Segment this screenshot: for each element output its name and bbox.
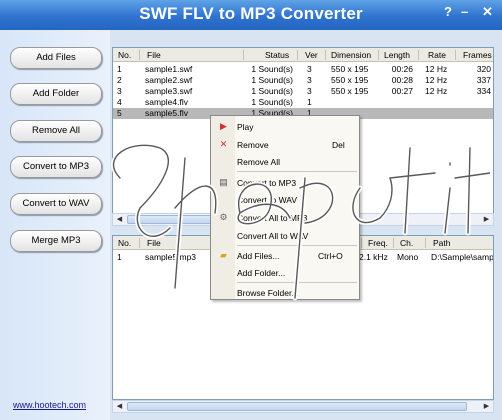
cell-file: sample3.swf	[145, 86, 193, 96]
cell-frames: 334	[476, 86, 491, 96]
cell-no: 2	[117, 75, 122, 85]
col-file[interactable]: File	[147, 238, 161, 248]
cell-ver: 3	[307, 75, 312, 85]
cell-freq: 2.1 kHz	[359, 252, 388, 262]
gear-icon: ⚙	[219, 212, 228, 222]
col-rate[interactable]: Rate	[428, 50, 446, 60]
table-row[interactable]: 4 sample4.flv 1 Sound(s) 1	[113, 97, 493, 108]
menu-item-remove-all[interactable]: Remove All	[237, 157, 280, 167]
source-list-header: No. File Status Ver Dimension Length Rat…	[113, 48, 493, 62]
menu-separator	[237, 171, 357, 172]
output-list-hscrollbar[interactable]: ◀ ▶	[112, 400, 494, 413]
menu-separator	[237, 245, 357, 246]
cell-length: 00:27	[391, 86, 413, 96]
table-row[interactable]: 1 sample1.swf 1 Sound(s) 3 550 x 195 00:26 12 …	[113, 64, 493, 75]
window-title: SWF FLV to MP3 Converter	[139, 4, 363, 23]
help-button[interactable]: ?	[444, 5, 452, 19]
col-status[interactable]: Status	[265, 50, 289, 60]
merge-mp3-button[interactable]: Merge MP3	[10, 230, 102, 252]
cell-path: D:\Sample\samp	[431, 252, 494, 262]
cell-dimension: 550 x 195	[331, 75, 369, 85]
col-frames[interactable]: Frames	[463, 50, 492, 60]
col-freq[interactable]: Freq.	[368, 238, 388, 248]
menu-item-play[interactable]: Play	[237, 122, 254, 132]
cell-no: 5	[117, 108, 122, 118]
scroll-right-arrow-icon[interactable]: ▶	[480, 214, 493, 225]
cell-no: 4	[117, 97, 122, 107]
cell-rate: 12 Hz	[425, 86, 448, 96]
col-dimension[interactable]: Dimension	[331, 50, 371, 60]
cell-status: 1 Sound(s)	[251, 86, 293, 96]
scroll-left-arrow-icon[interactable]: ◀	[113, 401, 126, 412]
col-channels[interactable]: Ch.	[400, 238, 413, 248]
menu-item-convert-all-to-wav[interactable]: Convert All to WAV	[237, 231, 308, 241]
cell-status: 1 Sound(s)	[251, 64, 293, 74]
title-bar: SWF FLV to MP3 Converter ? – ✕	[0, 0, 502, 30]
cell-frames: 320	[476, 64, 491, 74]
cell-file: sample4.flv	[145, 97, 188, 107]
col-ver[interactable]: Ver	[305, 50, 318, 60]
sidebar: Add Files Add Folder Remove All Convert …	[0, 30, 110, 420]
doc-icon: ▤	[219, 177, 228, 187]
cell-channels: Mono	[397, 252, 419, 262]
minimize-button[interactable]: –	[461, 5, 468, 19]
add-files-button[interactable]: Add Files	[10, 47, 102, 69]
cell-length: 00:26	[391, 64, 413, 74]
menu-separator	[237, 282, 357, 283]
add-files-shortcut: Ctrl+O	[318, 251, 343, 261]
cell-length: 00:28	[391, 75, 413, 85]
col-path[interactable]: Path	[433, 238, 451, 248]
cell-dimension: 550 x 195	[331, 64, 369, 74]
menu-item-browse-folder[interactable]: Browse Folder...	[237, 288, 298, 298]
remove-x-icon: ✕	[219, 139, 228, 149]
cell-frames: 337	[476, 75, 491, 85]
convert-to-wav-button[interactable]: Convert to WAV	[10, 193, 102, 215]
scroll-right-arrow-icon[interactable]: ▶	[480, 401, 493, 412]
cell-file: sample2.swf	[145, 75, 193, 85]
context-menu: ▶ Play ✕ Remove Del Remove All ▤ Convert…	[210, 115, 360, 300]
cell-ver: 3	[307, 64, 312, 74]
menu-item-convert-to-mp3[interactable]: Convert to MP3	[237, 178, 296, 188]
add-folder-button[interactable]: Add Folder	[10, 83, 102, 105]
cell-ver: 3	[307, 86, 312, 96]
remove-all-button[interactable]: Remove All	[10, 120, 102, 142]
close-button[interactable]: ✕	[482, 5, 493, 19]
scroll-left-arrow-icon[interactable]: ◀	[113, 214, 126, 225]
table-row[interactable]: 2 sample2.swf 1 Sound(s) 3 550 x 195 00:28 12 …	[113, 75, 493, 86]
cell-dimension: 550 x 195	[331, 86, 369, 96]
folder-icon: ▰	[220, 250, 227, 260]
col-no[interactable]: No.	[118, 238, 131, 248]
cell-status: 1 Sound(s)	[251, 75, 293, 85]
col-length[interactable]: Length	[384, 50, 410, 60]
cell-file: sample1.swf	[145, 64, 193, 74]
col-no[interactable]: No.	[118, 50, 131, 60]
cell-ver: 1	[307, 97, 312, 107]
menu-item-convert-all-to-mp3[interactable]: Convert All to MP3	[237, 213, 307, 223]
play-icon: ▶	[220, 121, 227, 131]
menu-item-add-files[interactable]: Add Files...	[237, 251, 280, 261]
website-link[interactable]: www.hootech.com	[13, 400, 86, 410]
cell-no: 1	[117, 64, 122, 74]
convert-to-mp3-button[interactable]: Convert to MP3	[10, 156, 102, 178]
scroll-thumb[interactable]	[127, 402, 467, 411]
col-file[interactable]: File	[147, 50, 161, 60]
cell-rate: 12 Hz	[425, 75, 448, 85]
cell-no: 3	[117, 86, 122, 96]
table-row[interactable]: 3 sample3.swf 1 Sound(s) 3 550 x 195 00:27 12 …	[113, 86, 493, 97]
cell-rate: 12 Hz	[425, 64, 448, 74]
menu-item-remove[interactable]: Remove	[237, 140, 269, 150]
menu-item-add-folder[interactable]: Add Folder...	[237, 268, 285, 278]
cell-status: 1 Sound(s)	[251, 97, 293, 107]
remove-shortcut: Del	[332, 140, 345, 150]
menu-item-convert-to-wav[interactable]: Convert to WAV	[237, 195, 297, 205]
cell-no: 1	[117, 252, 122, 262]
